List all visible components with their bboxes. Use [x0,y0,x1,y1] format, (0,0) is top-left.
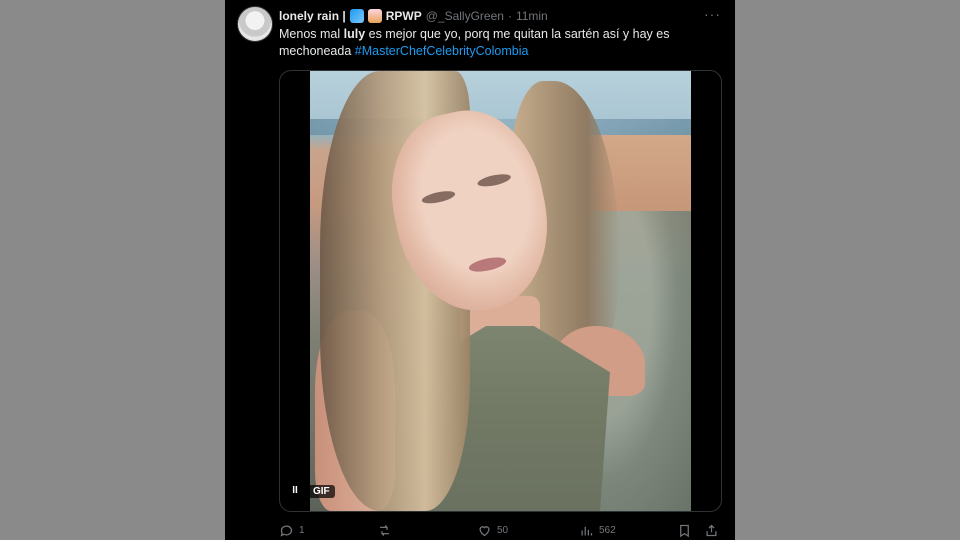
cake-emoji-icon [367,9,382,23]
gif-controls: II GIF [288,484,335,498]
pause-icon[interactable]: II [288,484,302,498]
author-name[interactable]: lonely rain | [279,9,346,23]
like-count: 50 [497,524,509,536]
tweet-timestamp[interactable]: 11min [516,9,548,23]
media-container[interactable]: II GIF [279,70,722,512]
like-button[interactable]: 50 [477,523,508,538]
repost-icon [380,524,389,536]
gif-image[interactable] [310,71,691,511]
gif-lips [467,254,508,275]
tweet-text-part1: Menos mal [279,27,344,41]
views-button[interactable]: 562 [579,523,616,538]
tweet-text-mention: luly [343,27,366,41]
avatar[interactable] [237,6,273,42]
tweet-card[interactable]: lonely rain | RPWP @_SallyGreen · 11min … [225,0,735,540]
views-count: 562 [599,524,616,536]
author-name-suffix[interactable]: RPWP [386,9,422,23]
tweet-header: lonely rain | RPWP @_SallyGreen · 11min [279,7,548,25]
hashtag-link[interactable]: #MasterChefCelebrityColombia [355,44,529,58]
more-options-icon[interactable]: ··· [704,6,721,22]
share-icon [706,524,717,536]
reply-button[interactable]: 1 [279,523,305,538]
views-icon [581,526,593,535]
bookmark-icon [680,524,689,537]
gif-eye-right [476,171,512,189]
share-button[interactable] [704,523,719,538]
repost-button[interactable] [377,523,397,538]
gif-badge: GIF [308,484,335,498]
reply-count: 1 [299,524,305,536]
heart-icon [479,525,490,536]
action-bar: 1 50 562 [279,522,720,538]
gif-eye-left [420,188,457,206]
separator-dot: · [507,9,512,23]
bookmark-button[interactable] [677,523,692,538]
reply-icon [280,525,293,537]
author-handle[interactable]: @_SallyGreen [426,9,504,23]
wave-emoji-icon [349,9,364,23]
tweet-text: Menos mal luly es mejor que yo, porq me … [279,26,719,60]
